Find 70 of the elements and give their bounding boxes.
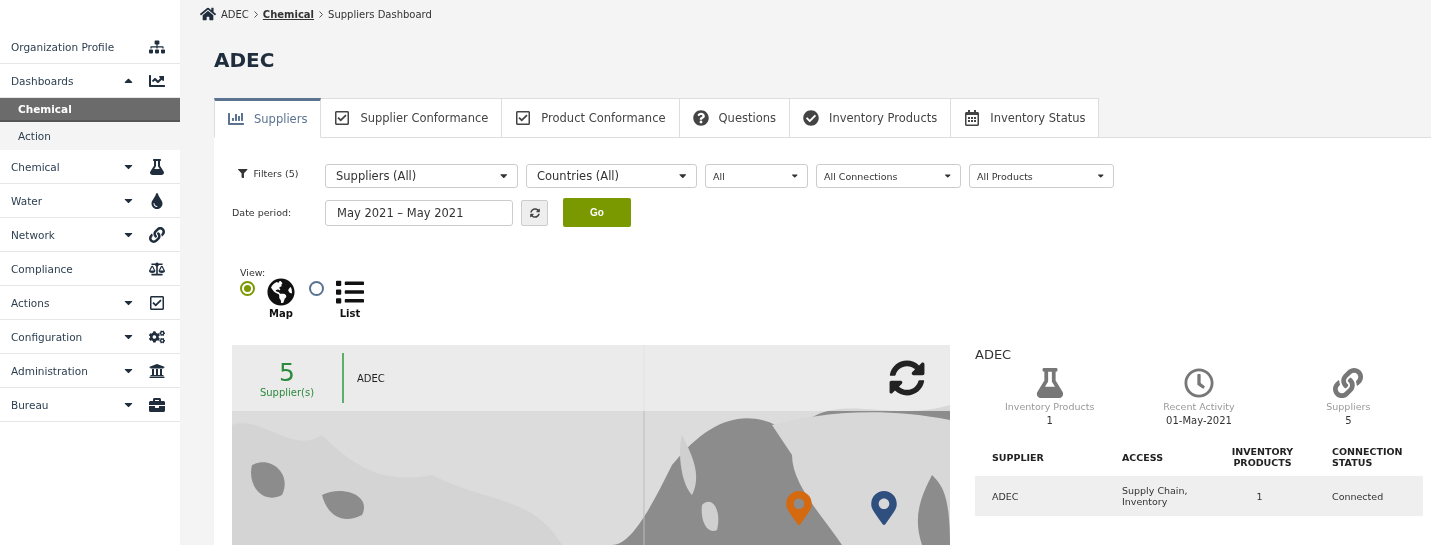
stat-label: Inventory Products [1004, 401, 1095, 412]
radio-button[interactable] [240, 281, 255, 296]
table-cell: Connected [1315, 476, 1423, 516]
briefcase-icon [146, 396, 168, 413]
table-cell: ADEC [975, 476, 1105, 516]
stat-value: 01-May-2021 [1166, 415, 1232, 426]
column-header: CONNECTION STATUS [1331, 446, 1404, 470]
sidebar-subitem[interactable]: Action [0, 122, 180, 150]
column-header: INVENTORY PRODUCTS [1230, 446, 1295, 470]
column-header: ACCESS [1121, 450, 1165, 465]
list-icon [336, 278, 364, 306]
page-title: ADEC [214, 48, 276, 72]
stat-label: Recent Activity [1163, 401, 1235, 412]
filter-dropdown[interactable]: All Products [969, 164, 1114, 188]
bar-chart-icon [228, 111, 244, 127]
filter-dropdown[interactable]: All [705, 164, 808, 188]
view-label: View: [240, 267, 267, 278]
date-period-label: Date period: [232, 207, 293, 218]
chevron-icon [319, 10, 324, 18]
sidebar-item[interactable]: Configuration [0, 320, 180, 354]
view-option-label[interactable]: List [339, 308, 361, 319]
calendar-icon [964, 110, 981, 126]
stat-value: 1 [1046, 415, 1053, 426]
link-icon [1333, 368, 1364, 398]
stat-label: Suppliers [1326, 401, 1371, 412]
tab[interactable]: Supplier Conformance [321, 98, 503, 138]
sitemap-icon [146, 38, 168, 55]
gears-icon [146, 328, 168, 345]
breadcrumb-link[interactable]: Chemical [262, 8, 315, 20]
sidebar-subitem[interactable]: Chemical [0, 98, 180, 122]
chevron-icon [253, 10, 258, 18]
tab[interactable]: Suppliers [214, 98, 322, 138]
link-icon [146, 226, 168, 243]
filter-dropdown[interactable]: Countries (All) [526, 164, 697, 188]
table-cell: Supply Chain, Inventory [1105, 476, 1210, 516]
refresh-icon [529, 207, 540, 218]
date-field[interactable]: May 2021 – May 2021 [325, 199, 513, 226]
filters-label: Filters (5) [232, 168, 317, 179]
column-header: SUPPLIER [991, 450, 1045, 465]
scales-icon [146, 260, 168, 277]
checkbox-icon [334, 110, 351, 126]
question-icon [692, 110, 709, 126]
breadcrumb-text: Suppliers Dashboard [328, 8, 432, 20]
flask-icon [1034, 368, 1065, 398]
line-chart-icon [146, 72, 168, 89]
globe-icon [267, 278, 295, 306]
filter-icon [238, 168, 248, 179]
refresh-button[interactable] [521, 199, 548, 226]
clock-icon [1184, 368, 1214, 398]
sidebar-item[interactable]: Administration [0, 354, 180, 388]
filter-dropdown[interactable]: Suppliers (All) [325, 164, 518, 188]
radio-button[interactable] [309, 281, 324, 296]
table-cell: 1 [1210, 476, 1315, 516]
tab[interactable]: Questions [679, 98, 790, 138]
summary-title: ADEC [975, 347, 1013, 362]
refresh-icon[interactable] [889, 360, 925, 396]
stat-value: 5 [1345, 415, 1352, 426]
supplier-count-label: Supplier(s) [259, 387, 315, 398]
supplier-count: 5 [279, 358, 295, 387]
filter-dropdown[interactable]: All Connections [816, 164, 961, 188]
view-option-label[interactable]: Map [269, 308, 293, 319]
tab[interactable]: Inventory Products [790, 98, 952, 138]
checkbox-icon [515, 110, 532, 126]
tab[interactable]: Product Conformance [502, 98, 680, 138]
map-company-name: ADEC [357, 373, 386, 384]
breadcrumb-text: ADEC [221, 8, 249, 20]
home-icon[interactable] [200, 6, 216, 22]
tab[interactable]: Inventory Status [951, 98, 1100, 138]
sidebar-item[interactable]: Chemical [0, 150, 180, 184]
sidebar-item[interactable]: Bureau [0, 388, 180, 422]
